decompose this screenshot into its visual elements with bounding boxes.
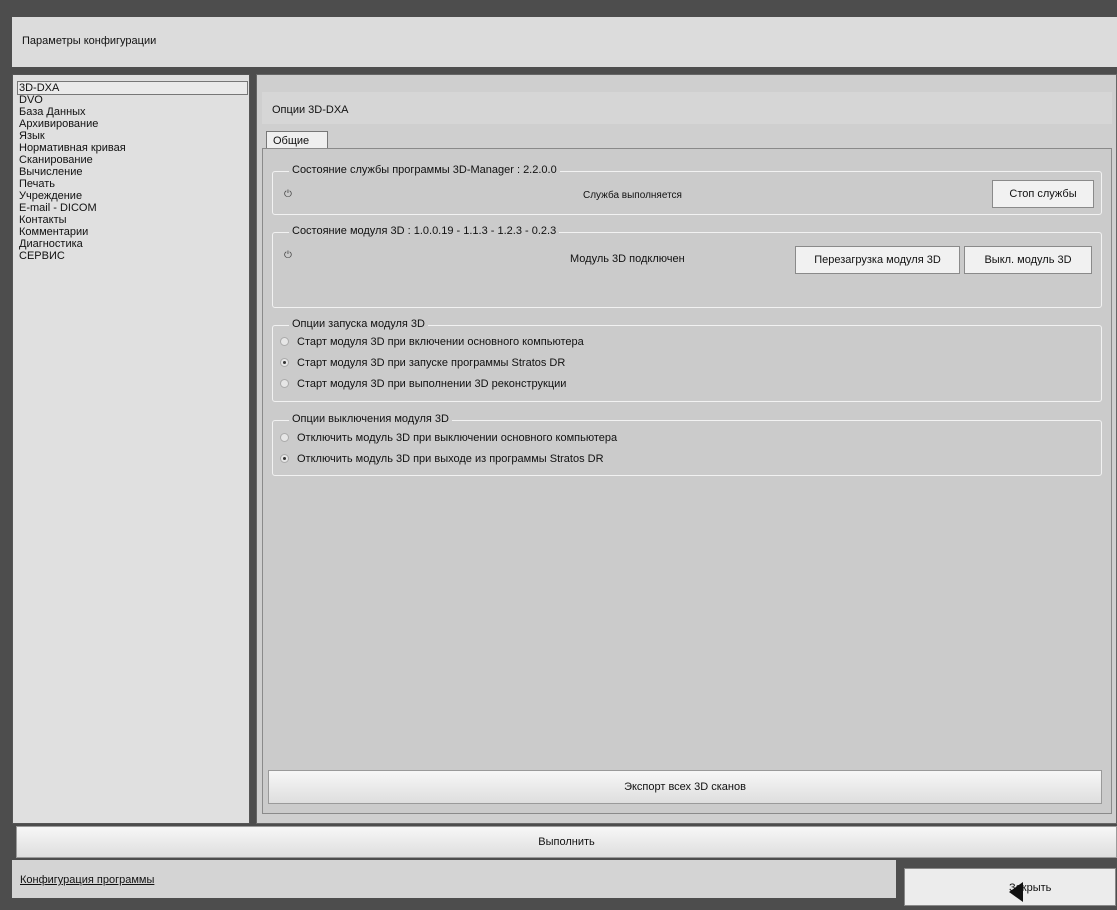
sidebar-item-institution[interactable]: Учреждение [19,190,82,202]
options-header: Опции 3D-DXA [262,92,1112,124]
start-option-program-start[interactable]: Старт модуля 3D при запуске программы St… [280,355,565,371]
window-title: Параметры конфигурации [22,35,157,47]
start-option-computer-on[interactable]: Старт модуля 3D при включении основного … [280,334,584,350]
footer-bar: Конфигурация программы [12,860,896,898]
radio-button-selected[interactable] [280,357,289,367]
options-header-label: Опции 3D-DXA [272,104,349,116]
stop-option-computer-off[interactable]: Отключить модуль 3D при выключении основ… [280,430,617,446]
sidebar-item-email-dicom[interactable]: E-mail - DICOM [19,202,97,214]
stop-option-computer-off-label: Отключить модуль 3D при выключении основ… [297,432,618,444]
radio-button-selected[interactable] [280,453,289,463]
radio-button[interactable] [280,336,289,346]
radio-button[interactable] [280,432,289,442]
service-status-title: Состояние службы программы 3D-Manager : … [289,164,560,176]
window-title-bar: Параметры конфигурации [12,17,1117,67]
start-option-computer-on-label: Старт модуля 3D при включении основного … [297,336,584,348]
program-configuration-link[interactable]: Конфигурация программы [20,874,154,886]
module-status-icon: ⏻ [284,250,292,261]
sidebar-item-scanning[interactable]: Сканирование [19,154,93,166]
radio-button[interactable] [280,378,289,388]
sidebar-item-diagnostics[interactable]: Диагностика [19,238,83,250]
sidebar: 3D-DXA DVO База Данных Архивирование Язы… [12,74,250,824]
stop-service-button[interactable]: Стоп службы [992,180,1094,208]
restart-module-button[interactable]: Перезагрузка модуля 3D [795,246,960,274]
start-option-program-start-label: Старт модуля 3D при запуске программы St… [297,357,566,369]
module-status-title: Состояние модуля 3D : 1.0.0.19 - 1.1.3 -… [289,225,560,237]
stop-option-program-exit[interactable]: Отключить модуль 3D при выходе из програ… [280,451,604,467]
sidebar-item-contacts[interactable]: Контакты [19,214,67,226]
sidebar-item-language[interactable]: Язык [19,130,45,142]
start-options-title: Опции запуска модуля 3D [289,318,428,330]
execute-button[interactable]: Выполнить [16,826,1117,858]
close-button-label: Закрыть [1009,882,1052,894]
stop-options-title: Опции выключения модуля 3D [289,413,452,425]
sidebar-item-3d-dxa[interactable]: 3D-DXA [17,81,248,95]
sidebar-item-calculation[interactable]: Вычисление [19,166,83,178]
sidebar-item-dvo[interactable]: DVO [19,94,43,106]
sidebar-item-comments[interactable]: Комментарии [19,226,88,238]
sidebar-item-print[interactable]: Печать [19,178,55,190]
sidebar-item-normative-curve[interactable]: Нормативная кривая [19,142,126,154]
stop-options-group: Опции выключения модуля 3D [272,413,1102,476]
sidebar-item-database[interactable]: База Данных [19,106,86,118]
close-button[interactable]: Закрыть [904,868,1116,906]
export-all-3d-scans-button[interactable]: Экспорт всех 3D сканов [268,770,1102,804]
start-option-reconstruction-label: Старт модуля 3D при выполнении 3D реконс… [297,378,567,390]
service-status-text: Служба выполняется [583,190,682,201]
sidebar-item-archiving[interactable]: Архивирование [19,118,98,130]
tab-general[interactable]: Общие [266,131,328,149]
service-status-icon: ⏻ [284,189,292,200]
start-option-reconstruction[interactable]: Старт модуля 3D при выполнении 3D реконс… [280,376,566,392]
disable-module-button[interactable]: Выкл. модуль 3D [964,246,1092,274]
stop-option-program-exit-label: Отключить модуль 3D при выходе из програ… [297,453,604,465]
sidebar-item-service[interactable]: СЕРВИС [19,250,65,262]
module-status-text: Модуль 3D подключен [570,253,685,265]
service-status-group: Состояние службы программы 3D-Manager : … [272,164,1102,215]
